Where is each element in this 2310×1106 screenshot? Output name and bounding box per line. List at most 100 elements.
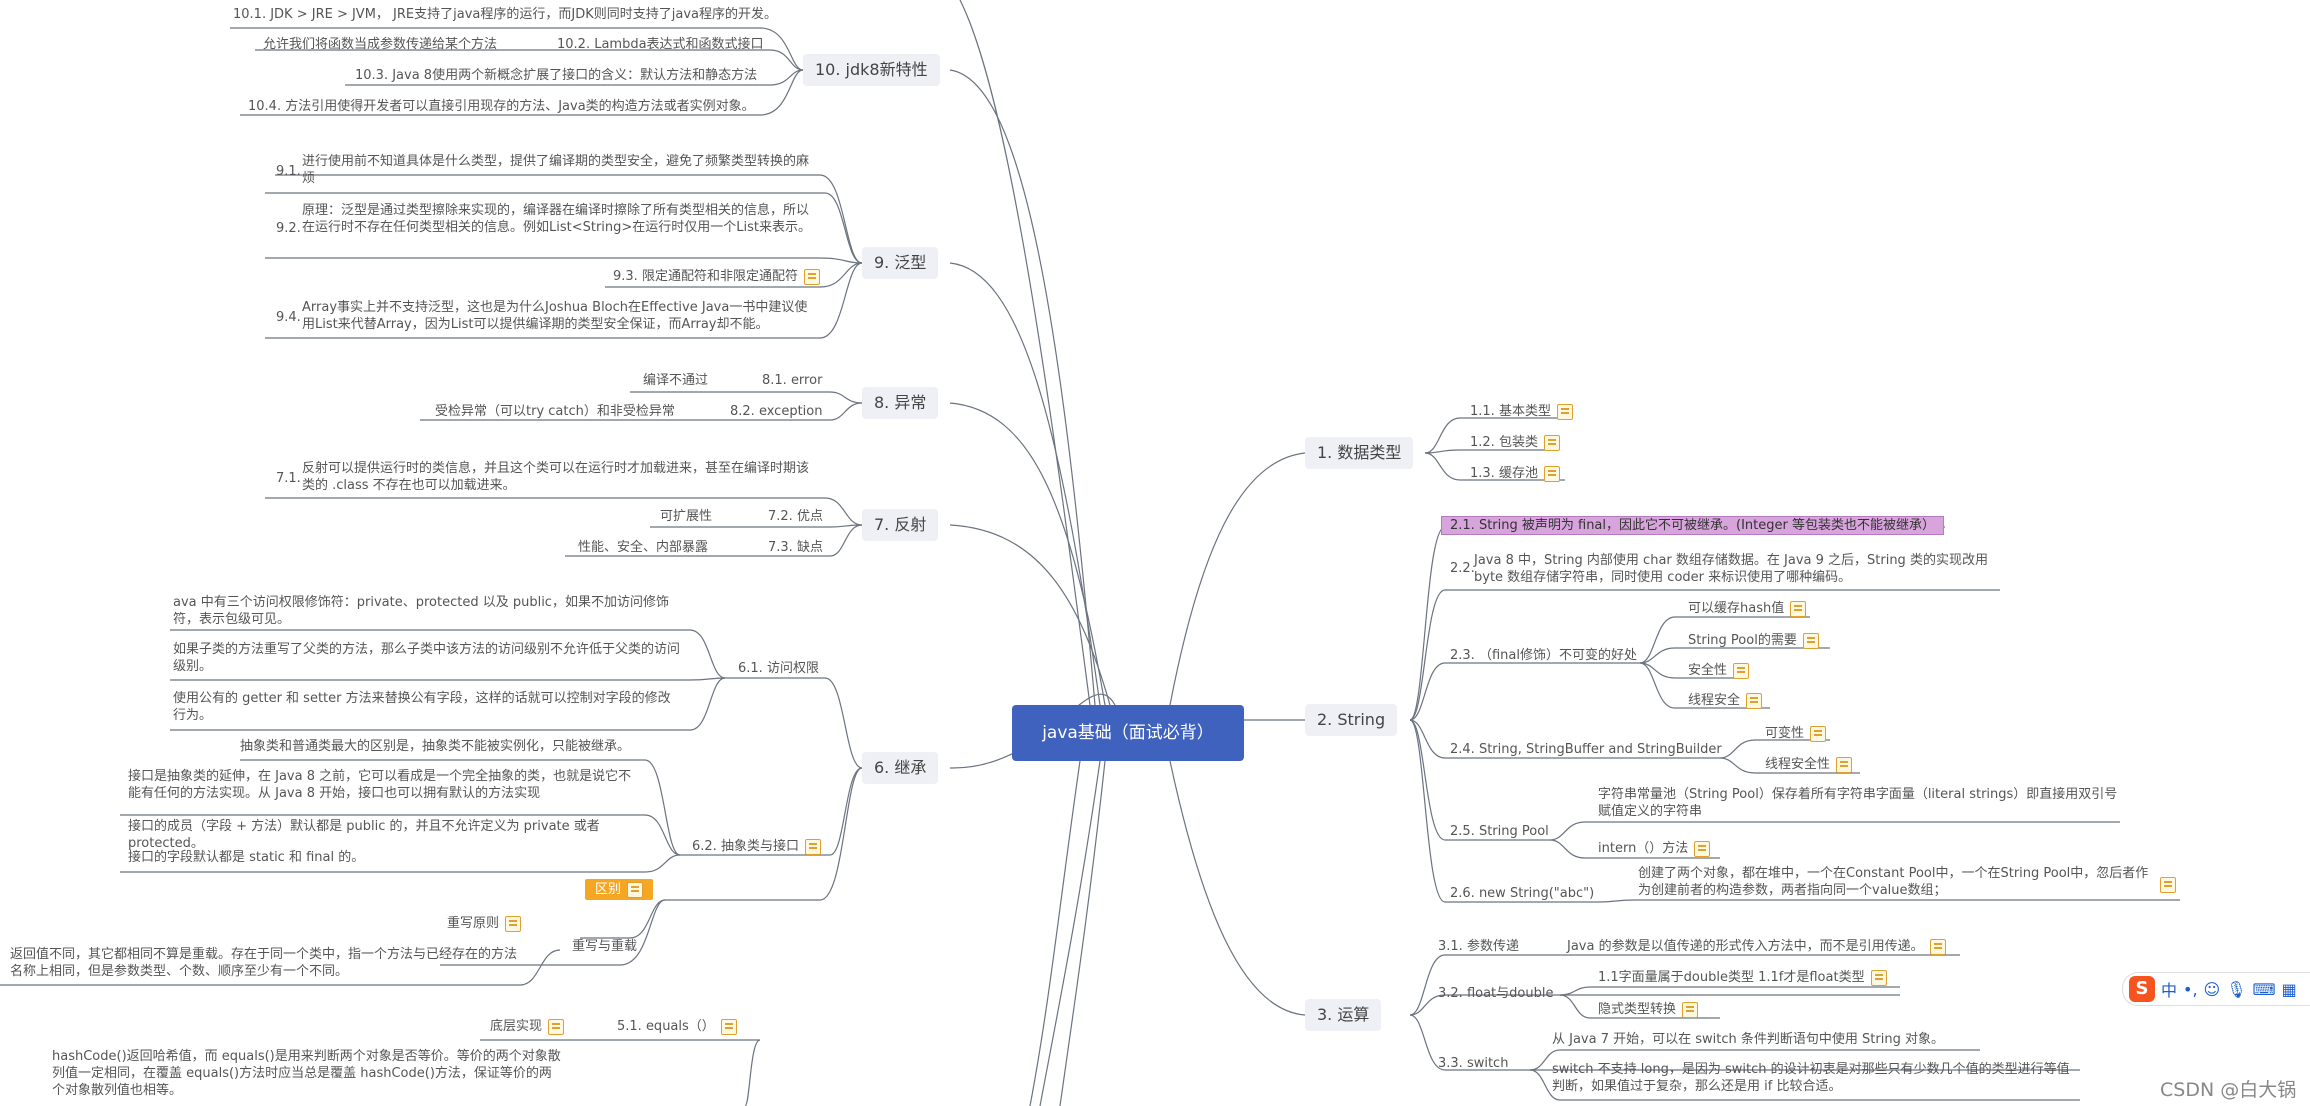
node-2-4-b[interactable]: 线程安全性 bbox=[1765, 756, 1853, 773]
note-icon[interactable] bbox=[1682, 1001, 1699, 1018]
node-6-2[interactable]: 6.2. 抽象类与接口 bbox=[692, 838, 821, 855]
node-8-1-desc[interactable]: 编译不通过 bbox=[643, 372, 708, 389]
node-2-3[interactable]: 2.3. （final修饰）不可变的好处 bbox=[1450, 647, 1637, 664]
node-6-1-c[interactable]: 使用公有的 getter 和 setter 方法来替换公有字段，这样的话就可以控… bbox=[173, 690, 683, 724]
note-icon[interactable] bbox=[804, 838, 821, 855]
node-7-3-desc[interactable]: 性能、安全、内部暴露 bbox=[578, 539, 708, 556]
topic-generics[interactable]: 9. 泛型 bbox=[862, 247, 939, 279]
node-6-2-d[interactable]: 接口的字段默认都是 static 和 final 的。 bbox=[128, 849, 364, 866]
node-5-1[interactable]: 5.1. equals（） bbox=[617, 1018, 737, 1035]
note-icon[interactable] bbox=[1802, 632, 1819, 649]
node-6-rule[interactable]: 重写原则 bbox=[447, 915, 522, 932]
node-5-hash[interactable]: hashCode()返回哈希值，而 equals()是用来判断两个对象是否等价。… bbox=[52, 1048, 562, 1099]
node-1-3[interactable]: 1.3. 缓存池 bbox=[1470, 465, 1560, 482]
node-9-3[interactable]: 9.3. 限定通配符和非限定通配符 bbox=[613, 268, 820, 285]
node-2-2-num: 2.2. bbox=[1450, 561, 1475, 576]
mindmap-canvas[interactable]: java基础（面试必背） 10. jdk8新特性 9. 泛型 8. 异常 7. … bbox=[0, 0, 2310, 1106]
note-icon[interactable] bbox=[1733, 662, 1750, 679]
node-8-2-desc[interactable]: 受检异常（可以try catch）和非受检异常 bbox=[435, 403, 675, 420]
node-2-5[interactable]: 2.5. String Pool bbox=[1450, 823, 1549, 840]
note-icon[interactable] bbox=[2160, 877, 2176, 893]
note-icon[interactable] bbox=[1790, 600, 1807, 617]
ime-lang-toggle[interactable]: 中 bbox=[2161, 977, 2177, 1001]
node-3-2-b-label: 隐式类型转换 bbox=[1598, 1002, 1677, 1017]
note-icon[interactable] bbox=[1556, 403, 1573, 420]
note-icon[interactable] bbox=[720, 1018, 737, 1035]
note-icon[interactable] bbox=[1870, 969, 1887, 986]
node-3-3-a[interactable]: 从 Java 7 开始，可以在 switch 条件判断语句中使用 String … bbox=[1552, 1031, 1944, 1048]
node-2-2[interactable]: Java 8 中，String 内部使用 char 数组存储数据。在 Java … bbox=[1474, 552, 1994, 586]
note-icon[interactable] bbox=[1543, 465, 1560, 482]
note-icon[interactable] bbox=[1810, 725, 1827, 742]
node-2-3-a[interactable]: 可以缓存hash值 bbox=[1688, 600, 1807, 617]
topic-operations[interactable]: 3. 运算 bbox=[1305, 999, 1382, 1031]
node-1-2[interactable]: 1.2. 包装类 bbox=[1470, 434, 1560, 451]
node-6-1-a[interactable]: ava 中有三个访问权限修饰符：private、protected 以及 pub… bbox=[173, 594, 683, 628]
node-7-2[interactable]: 7.2. 优点 bbox=[768, 508, 823, 525]
note-icon[interactable] bbox=[1929, 938, 1946, 955]
node-2-6-a[interactable]: 创建了两个对象，都在堆中，一个在Constant Pool中，一个在String… bbox=[1638, 865, 2158, 899]
note-icon[interactable] bbox=[803, 268, 820, 285]
note-icon[interactable] bbox=[1836, 756, 1853, 773]
node-7-3[interactable]: 7.3. 缺点 bbox=[768, 539, 823, 556]
node-6-diff[interactable]: 区别 bbox=[585, 879, 654, 900]
node-3-2-a[interactable]: 1.1字面量属于double类型 1.1f才是float类型 bbox=[1598, 969, 1887, 986]
note-icon[interactable] bbox=[1746, 692, 1763, 709]
note-icon[interactable] bbox=[548, 1018, 565, 1035]
node-2-4[interactable]: 2.4. String, StringBuffer and StringBuil… bbox=[1450, 741, 1722, 758]
ime-punct-toggle[interactable]: •, bbox=[2183, 980, 2198, 999]
node-6-2-a[interactable]: 抽象类和普通类最大的区别是，抽象类不能被实例化，只能被继承。 bbox=[240, 738, 630, 755]
node-10-3[interactable]: 10.3. Java 8使用两个新概念扩展了接口的含义：默认方法和静态方法 bbox=[355, 67, 757, 84]
node-6-1[interactable]: 6.1. 访问权限 bbox=[738, 660, 819, 677]
root-topic[interactable]: java基础（面试必背） bbox=[1012, 705, 1244, 761]
node-10-2-desc[interactable]: 允许我们将函数当成参数传递给某个方法 bbox=[263, 36, 497, 53]
topic-inheritance[interactable]: 6. 继承 bbox=[862, 752, 939, 784]
node-3-1-a[interactable]: Java 的参数是以值传递的形式传入方法中，而不是引用传递。 bbox=[1567, 938, 1946, 955]
node-6-overload[interactable]: 重写与重载 bbox=[572, 938, 637, 955]
node-2-1[interactable]: 2.1. String 被声明为 final，因此它不可被继承。(Integer… bbox=[1441, 516, 1944, 535]
node-7-1[interactable]: 反射可以提供运行时的类信息，并且这个类可以在运行时才加载进来，甚至在编译时期该类… bbox=[302, 460, 812, 494]
node-6-overload-desc[interactable]: 返回值不同，其它都相同不算是重载。存在于同一个类中，指一个方法与已经存在的方法名… bbox=[10, 946, 520, 980]
topic-data-types[interactable]: 1. 数据类型 bbox=[1305, 437, 1414, 469]
note-icon[interactable] bbox=[627, 881, 644, 898]
node-9-2[interactable]: 原理：泛型是通过类型擦除来实现的，编译器在编译时擦除了所有类型相关的信息，所以在… bbox=[302, 202, 812, 236]
node-10-4[interactable]: 10.4. 方法引用使得开发者可以直接引用现存的方法、Java类的构造方法或者实… bbox=[248, 98, 755, 115]
microphone-icon[interactable]: 🎙 bbox=[2226, 980, 2246, 999]
keyboard-icon[interactable]: ⌨ bbox=[2253, 980, 2276, 999]
topic-exception[interactable]: 8. 异常 bbox=[862, 387, 939, 419]
node-2-6[interactable]: 2.6. new String("abc") bbox=[1450, 885, 1594, 902]
node-3-2[interactable]: 3.2. float与double bbox=[1438, 985, 1553, 1002]
node-6-1-b[interactable]: 如果子类的方法重写了父类的方法，那么子类中该方法的访问级别不允许低于父类的访问级… bbox=[173, 641, 683, 675]
node-10-1[interactable]: 10.1. JDK > JRE > JVM， JRE支持了java程序的运行，而… bbox=[233, 6, 777, 23]
node-6-2-b[interactable]: 接口是抽象类的延伸，在 Java 8 之前，它可以看成是一个完全抽象的类，也就是… bbox=[128, 768, 638, 802]
node-3-1[interactable]: 3.1. 参数传递 bbox=[1438, 938, 1519, 955]
node-8-1[interactable]: 8.1. error bbox=[762, 372, 822, 389]
node-2-3-d[interactable]: 线程安全 bbox=[1688, 692, 1763, 709]
node-8-2[interactable]: 8.2. exception bbox=[730, 403, 822, 420]
node-6-2-c[interactable]: 接口的成员（字段 + 方法）默认都是 public 的，并且不允许定义为 pri… bbox=[128, 818, 638, 852]
node-1-1[interactable]: 1.1. 基本类型 bbox=[1470, 403, 1573, 420]
ime-toolbar[interactable]: S 中 •, ☺ 🎙 ⌨ ▦ bbox=[2122, 972, 2310, 1006]
node-7-2-desc[interactable]: 可扩展性 bbox=[660, 508, 712, 525]
node-3-2-b[interactable]: 隐式类型转换 bbox=[1598, 1001, 1699, 1018]
sogou-logo-icon[interactable]: S bbox=[2129, 976, 2155, 1002]
topic-jdk8[interactable]: 10. jdk8新特性 bbox=[803, 54, 940, 86]
node-3-3[interactable]: 3.3. switch bbox=[1438, 1055, 1508, 1072]
topic-string[interactable]: 2. String bbox=[1305, 704, 1398, 736]
node-5-impl[interactable]: 底层实现 bbox=[490, 1018, 565, 1035]
emoji-icon[interactable]: ☺ bbox=[2204, 980, 2221, 999]
note-icon[interactable] bbox=[1694, 840, 1711, 857]
node-9-1[interactable]: 进行使用前不知道具体是什么类型，提供了编译期的类型安全，避免了频繁类型转换的麻烦 bbox=[302, 153, 812, 187]
node-2-3-b[interactable]: String Pool的需要 bbox=[1688, 632, 1819, 649]
skin-icon[interactable]: ▦ bbox=[2282, 980, 2297, 999]
node-2-5-b[interactable]: intern（）方法 bbox=[1598, 840, 1711, 857]
note-icon[interactable] bbox=[505, 915, 522, 932]
topic-reflection[interactable]: 7. 反射 bbox=[862, 509, 939, 541]
note-icon[interactable] bbox=[1543, 434, 1560, 451]
node-10-2[interactable]: 10.2. Lambda表达式和函数式接口 bbox=[557, 36, 764, 53]
node-3-3-b[interactable]: switch 不支持 long，是因为 switch 的设计初衷是对那些只有少数… bbox=[1552, 1061, 2072, 1095]
node-2-5-a[interactable]: 字符串常量池（String Pool）保存着所有字符串字面量（literal s… bbox=[1598, 786, 2118, 820]
node-2-4-a[interactable]: 可变性 bbox=[1765, 725, 1827, 742]
node-9-4[interactable]: Array事实上并不支持泛型，这也是为什么Joshua Bloch在Effect… bbox=[302, 299, 812, 333]
node-2-3-c[interactable]: 安全性 bbox=[1688, 662, 1750, 679]
